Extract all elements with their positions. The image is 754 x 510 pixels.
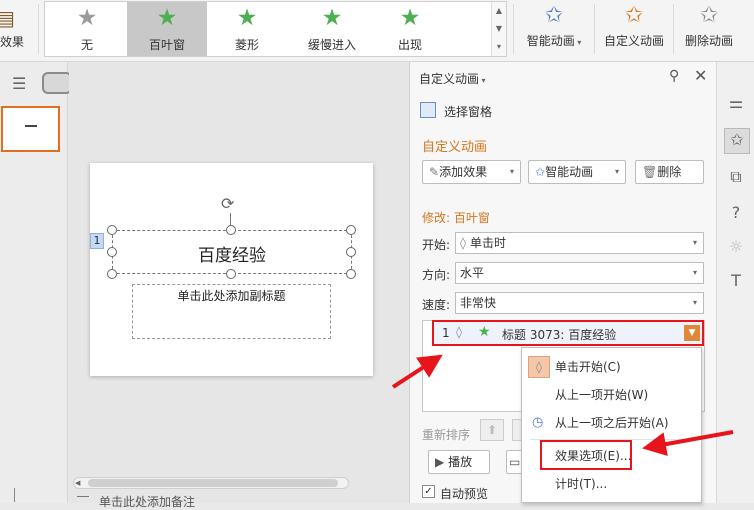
annotation-arrow-1	[391, 354, 443, 389]
annotation-arrows	[391, 354, 734, 456]
annotation-arrow-2	[642, 430, 734, 456]
